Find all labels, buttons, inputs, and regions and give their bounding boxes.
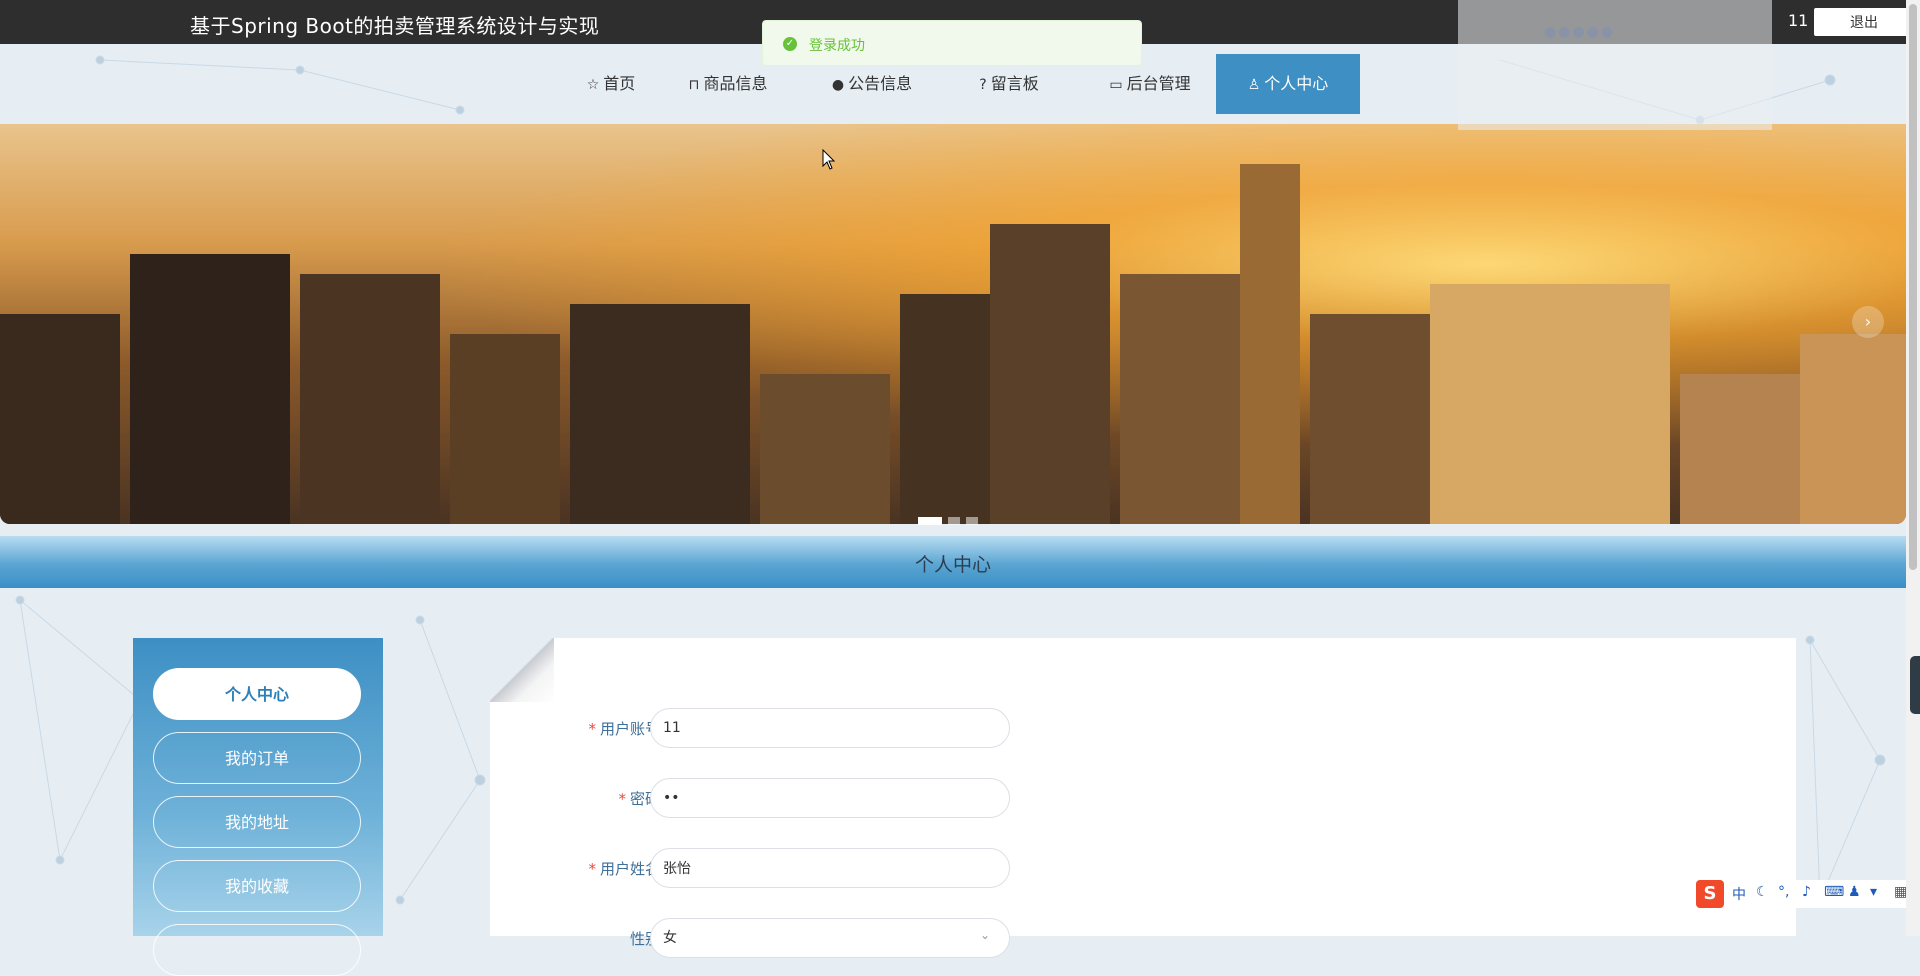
- ime-mode[interactable]: 中: [1732, 884, 1746, 904]
- sidebar-item-more[interactable]: [153, 924, 361, 976]
- form-row-username: * 用户账号: [490, 708, 1290, 748]
- sidebar-item-orders[interactable]: 我的订单: [153, 732, 361, 784]
- alert-icon: ●: [831, 77, 845, 93]
- sidebar-item-favorites[interactable]: 我的收藏: [153, 860, 361, 912]
- form-row-password: * 密码: [490, 778, 1290, 818]
- briefcase-icon: ▭: [1109, 77, 1123, 93]
- form-row-gender: 性别 女 ⌄: [490, 918, 1290, 958]
- mouse-cursor-icon: [822, 149, 836, 170]
- success-toast: ✓ 登录成功: [762, 20, 1142, 66]
- username-input[interactable]: [650, 708, 1010, 748]
- toast-message: 登录成功: [809, 38, 865, 54]
- profile-sidebar: 个人中心 我的订单 我的地址 我的收藏: [133, 638, 383, 976]
- user-silhouette-icon[interactable]: ♟: [1848, 884, 1861, 900]
- current-username: 11: [1788, 11, 1809, 30]
- logout-button[interactable]: 退出: [1814, 8, 1914, 36]
- site-title: 基于Spring Boot的拍卖管理系统设计与实现: [190, 14, 600, 38]
- side-floating-tab[interactable]: [1910, 656, 1920, 714]
- bag-icon: ⊓: [688, 77, 700, 93]
- section-title: 个人中心: [914, 554, 991, 576]
- ime-toolbar: S 中 ☾ °, ♪ ⌨ ♟ ▾ ▦: [1696, 880, 1920, 908]
- microphone-icon[interactable]: ♪: [1802, 884, 1811, 900]
- star-icon: ☆: [586, 77, 600, 93]
- gender-select[interactable]: 女: [650, 918, 1010, 958]
- loading-dots-icon: ●●●●●: [1544, 24, 1616, 40]
- hero-banner-city-image: [0, 124, 1906, 524]
- profile-form-card: *用户账号 *密码 *用户姓名 性别 女 ⌄: [490, 638, 1796, 958]
- sidebar-item-profile[interactable]: 个人中心: [153, 668, 361, 720]
- carousel-next-arrow-icon[interactable]: ›: [1852, 306, 1884, 338]
- carousel-dot-2[interactable]: [948, 517, 960, 525]
- moon-icon[interactable]: ☾: [1756, 884, 1769, 900]
- page-scrollbar[interactable]: [1906, 0, 1920, 936]
- realname-input[interactable]: [650, 848, 1010, 888]
- nav-item-profile[interactable]: ♙ 个人中心: [1216, 54, 1360, 114]
- nav-item-home[interactable]: ☆ 首页: [566, 54, 656, 114]
- carousel-dot-3[interactable]: [966, 517, 978, 525]
- sidebar-item-address[interactable]: 我的地址: [153, 796, 361, 848]
- sogou-ime-icon[interactable]: S: [1696, 880, 1724, 908]
- question-icon: ?: [979, 77, 987, 93]
- user-icon: ♙: [1247, 77, 1261, 93]
- faded-overlay-panel: ●●●●●: [1458, 0, 1772, 130]
- page-curl-decoration: [490, 638, 554, 702]
- keyboard-icon[interactable]: ⌨: [1824, 884, 1844, 900]
- chevron-down-icon: ⌄: [980, 928, 991, 942]
- check-circle-icon: ✓: [783, 37, 797, 51]
- form-row-realname: * 用户姓名: [490, 848, 1290, 888]
- carousel-indicators: [918, 510, 984, 529]
- section-header: 个人中心: [0, 536, 1906, 588]
- scroll-thumb[interactable]: [1909, 4, 1917, 570]
- user-area: 11 退出: [1774, 0, 1914, 44]
- punctuation-icon[interactable]: °,: [1778, 884, 1789, 900]
- shirt-icon[interactable]: ▾: [1870, 884, 1877, 900]
- carousel-dot-1[interactable]: [918, 517, 942, 525]
- password-input[interactable]: [650, 778, 1010, 818]
